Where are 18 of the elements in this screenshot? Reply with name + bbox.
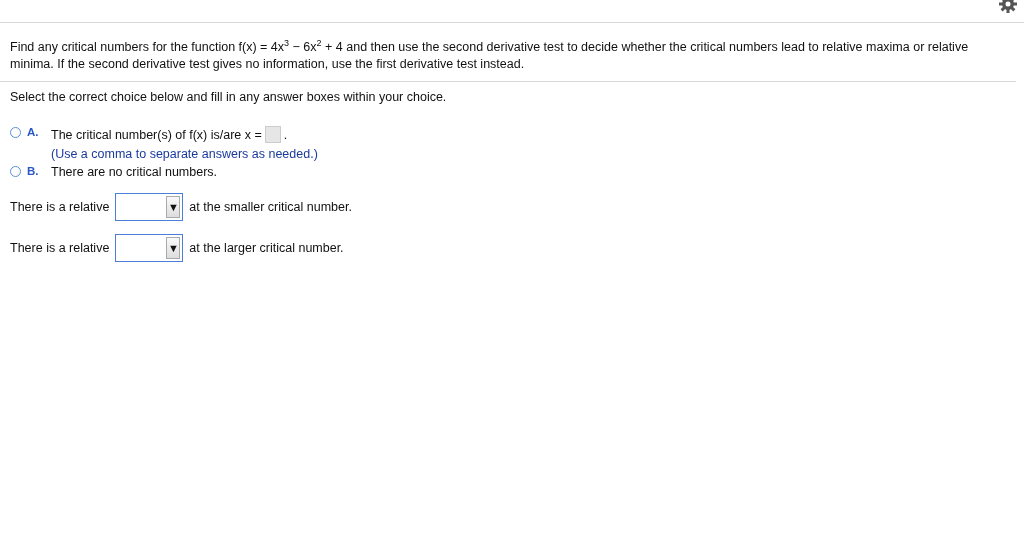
- choice-text: There are no critical numbers.: [51, 165, 218, 179]
- answer-box[interactable]: [264, 126, 281, 143]
- period-text: .: [283, 127, 288, 142]
- choice-letter: A.: [27, 126, 40, 138]
- dropdown[interactable]: ▼: [115, 234, 184, 262]
- sentence-text: There is a relative: [10, 241, 110, 255]
- hint-text: (Use a comma to separate answers as needed.): [51, 147, 318, 161]
- choice-text: The critical number(s) of f(x) is/are x =: [51, 127, 262, 142]
- question-text: Find any critical numbers for the function f(x) = 4x$^{3}$ − 6x$^{2}$ + 4 and then use the second derivative test to decide whether the critical numbers lead to relative maxima or relative minima. If the second derivative test gives no information, use the first derivative test instead.: [10, 40, 969, 71]
- sentence-text: There is a relative: [10, 200, 110, 214]
- choice-letter: B.: [27, 165, 40, 177]
- settings-icon[interactable]: [998, 0, 1018, 14]
- sentence-text: at the larger critical number.: [189, 241, 344, 255]
- radio-button[interactable]: [10, 127, 21, 138]
- radio-button[interactable]: [10, 166, 21, 177]
- instruction-text: Select the correct choice below and fill in any answer boxes within your choice.: [10, 90, 447, 104]
- dropdown[interactable]: ▼: [115, 193, 184, 221]
- sentence-text: at the smaller critical number.: [189, 200, 352, 214]
